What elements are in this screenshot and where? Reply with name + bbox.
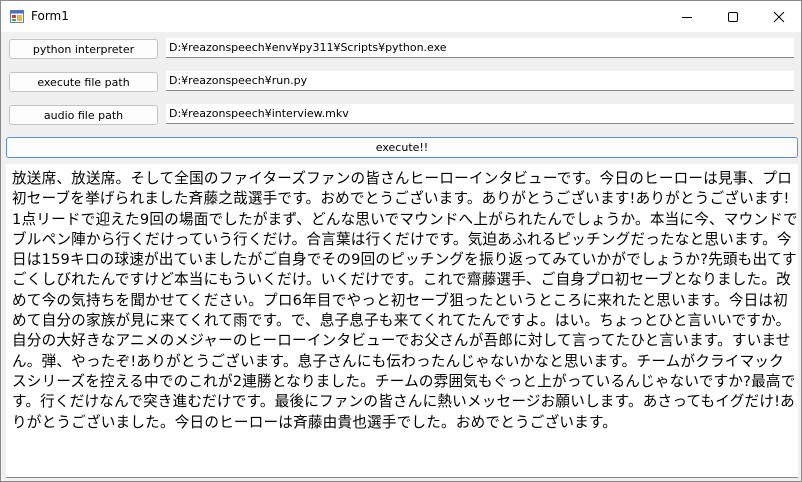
- transcript-output[interactable]: 放送席、放送席。そして全国のファイターズファンの皆さんヒーローインタビューです。…: [6, 164, 798, 478]
- form-app-icon: [10, 10, 24, 23]
- close-button[interactable]: [756, 1, 801, 32]
- python-interpreter-field[interactable]: D:¥reazonspeech¥env¥py311¥Scripts¥python…: [166, 38, 794, 58]
- audio-file-path-button[interactable]: audio file path: [9, 105, 158, 125]
- maximize-icon: [728, 11, 738, 22]
- minimize-button[interactable]: [664, 1, 710, 32]
- form-window: Form1 python interpreter D:¥reazonspeech…: [0, 0, 802, 482]
- window-title: Form1: [31, 9, 69, 23]
- execute-button[interactable]: execute!!: [6, 137, 798, 158]
- title-bar[interactable]: Form1: [1, 1, 801, 32]
- audio-file-path-field[interactable]: D:¥reazonspeech¥interview.mkv: [166, 104, 794, 124]
- close-icon: [773, 11, 785, 22]
- python-interpreter-button[interactable]: python interpreter: [9, 39, 158, 59]
- minimize-icon: [682, 16, 692, 18]
- maximize-button[interactable]: [710, 1, 756, 32]
- execute-file-path-button[interactable]: execute file path: [9, 72, 158, 92]
- execute-file-path-field[interactable]: D:¥reazonspeech¥run.py: [166, 71, 794, 91]
